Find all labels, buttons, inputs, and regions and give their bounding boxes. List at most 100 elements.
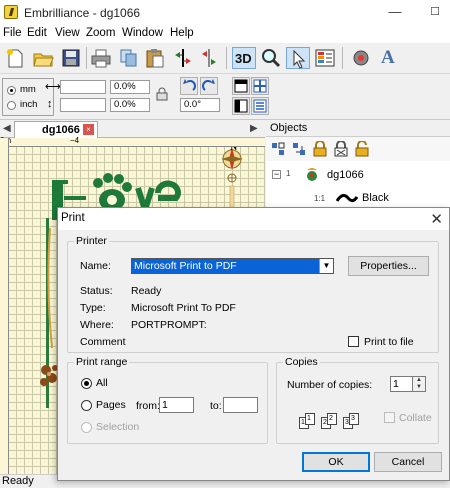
collate-pages-icon: 1 1 2 2 3 3 <box>299 411 369 435</box>
select-icon[interactable] <box>286 47 310 69</box>
height-percent-field[interactable]: 0.0% <box>110 98 150 112</box>
width-field[interactable] <box>60 80 106 94</box>
rotate-right-icon[interactable] <box>200 77 218 95</box>
title-bar: Embrilliance - dg1066 — ☐ <box>0 0 450 26</box>
from-input[interactable]: 1 <box>159 397 194 413</box>
printer-group: Printer Name: Microsoft Print to PDF ▼ P… <box>67 235 439 353</box>
tree-root-index: 1 <box>286 169 291 178</box>
tab-label: dg1066 <box>42 124 80 136</box>
lock-icon[interactable] <box>313 140 327 157</box>
printer-legend: Printer <box>74 235 109 247</box>
love-letter-e <box>155 180 181 201</box>
thread-chart-icon[interactable] <box>314 47 336 69</box>
printer-name-value: Microsoft Print to PDF <box>134 260 237 272</box>
print-dialog: Print ✕ Printer Name: Microsoft Print to… <box>57 207 450 481</box>
tree-root-label[interactable]: dg1066 <box>327 169 364 181</box>
distribute-icon[interactable] <box>251 97 269 115</box>
where-label: Where: <box>80 319 114 331</box>
group-icon[interactable] <box>271 142 285 156</box>
radio-inch[interactable] <box>7 101 16 110</box>
spinner-up-icon[interactable]: ▲ <box>413 377 425 384</box>
tree-child-label[interactable]: Black <box>362 192 389 204</box>
settings-icon[interactable] <box>350 47 372 69</box>
tree-toggle-glyph: − <box>273 169 280 179</box>
collate-label: Collate <box>399 412 432 424</box>
inch-label: inch <box>20 99 38 110</box>
dialog-title: Print <box>61 212 85 224</box>
tab-dg1066[interactable]: dg1066 × <box>14 121 98 138</box>
status-text: Ready <box>2 475 34 487</box>
status-value: Ready <box>131 285 162 297</box>
menu-help[interactable]: Help <box>170 27 194 39</box>
where-value: PORTPROMPT: <box>131 319 207 331</box>
print-to-file-checkbox[interactable] <box>348 336 359 347</box>
lock-aspect-icon[interactable] <box>156 87 168 101</box>
zoom-icon[interactable] <box>260 47 282 69</box>
tree-toggle[interactable]: − <box>272 170 281 179</box>
height-icon: ↕ <box>47 98 53 110</box>
ok-button[interactable]: OK <box>302 452 370 472</box>
cancel-button[interactable]: Cancel <box>374 452 442 472</box>
stitch-thumbnail-icon <box>335 191 359 205</box>
tab-scroll-right-icon[interactable]: ▶ <box>250 123 258 134</box>
print-icon[interactable] <box>90 47 112 69</box>
minimize-button[interactable]: — <box>386 4 404 20</box>
menu-bar: File Edit View Zoom Window Help <box>0 26 450 43</box>
radio-mm[interactable] <box>7 86 16 95</box>
menu-file[interactable]: File <box>3 27 22 39</box>
document-name: dg1066 <box>100 6 141 20</box>
open-icon[interactable] <box>32 47 54 69</box>
printer-name-select[interactable]: Microsoft Print to PDF ▼ <box>131 258 334 274</box>
paste-icon[interactable] <box>144 47 166 69</box>
3d-label: 3D <box>235 51 252 66</box>
copy-icon[interactable] <box>118 47 140 69</box>
type-value: Microsoft Print To PDF <box>131 302 236 314</box>
save-icon[interactable] <box>60 47 82 69</box>
menu-zoom[interactable]: Zoom <box>86 27 115 39</box>
collate-checkbox[interactable] <box>384 412 395 423</box>
toolbar-separator <box>86 47 87 69</box>
rotate-left-icon[interactable] <box>180 77 198 95</box>
unlock-icon[interactable] <box>355 140 369 157</box>
menu-edit[interactable]: Edit <box>27 27 47 39</box>
objects-toolbar <box>266 137 450 161</box>
align-left-icon[interactable] <box>232 97 250 115</box>
copies-input[interactable]: 1 <box>390 376 413 392</box>
from-label: from: <box>136 400 160 412</box>
paw-print <box>93 173 132 211</box>
collate-page: 1 <box>305 413 315 425</box>
new-icon[interactable] <box>4 47 26 69</box>
status-label: Status: <box>80 285 113 297</box>
maximize-button[interactable]: ☐ <box>426 4 444 20</box>
print-to-file-label: Print to file <box>364 336 414 348</box>
lock-all-icon[interactable] <box>334 140 348 157</box>
dialog-close-button[interactable]: ✕ <box>430 210 443 228</box>
3d-toggle[interactable]: 3D <box>232 47 256 69</box>
spinner-down-icon[interactable]: ▼ <box>413 384 425 391</box>
height-field[interactable] <box>60 98 106 112</box>
to-input[interactable] <box>223 397 258 413</box>
tab-close-icon[interactable]: × <box>83 124 94 135</box>
dialog-title-bar: Print ✕ <box>58 208 449 230</box>
menu-view[interactable]: View <box>55 27 80 39</box>
ruler-horizontal: 0m −4 <box>0 136 265 147</box>
menu-window[interactable]: Window <box>122 27 163 39</box>
toolbar-separator <box>226 47 227 69</box>
mirror-horizontal-icon[interactable] <box>172 47 194 69</box>
center-icon[interactable] <box>251 77 269 95</box>
radio-selection[interactable] <box>81 422 92 433</box>
properties-button[interactable]: Properties... <box>348 256 429 276</box>
tab-scroll-left-icon[interactable]: ◀ <box>3 123 11 134</box>
objects-panel-title: Objects <box>270 122 308 134</box>
lettering-icon[interactable]: A <box>378 47 400 69</box>
radio-pages[interactable] <box>81 400 92 411</box>
copies-spinner[interactable]: ▲ ▼ <box>413 376 426 392</box>
align-top-icon[interactable] <box>232 77 250 95</box>
app-name: Embrilliance <box>24 6 90 20</box>
width-percent-field[interactable]: 0.0% <box>110 80 150 94</box>
mirror-vertical-icon[interactable] <box>198 47 220 69</box>
radio-all[interactable] <box>81 378 92 389</box>
collate-page: 2 <box>327 413 337 425</box>
rotation-field[interactable]: 0.0° <box>180 98 220 112</box>
ungroup-icon[interactable] <box>292 142 306 156</box>
